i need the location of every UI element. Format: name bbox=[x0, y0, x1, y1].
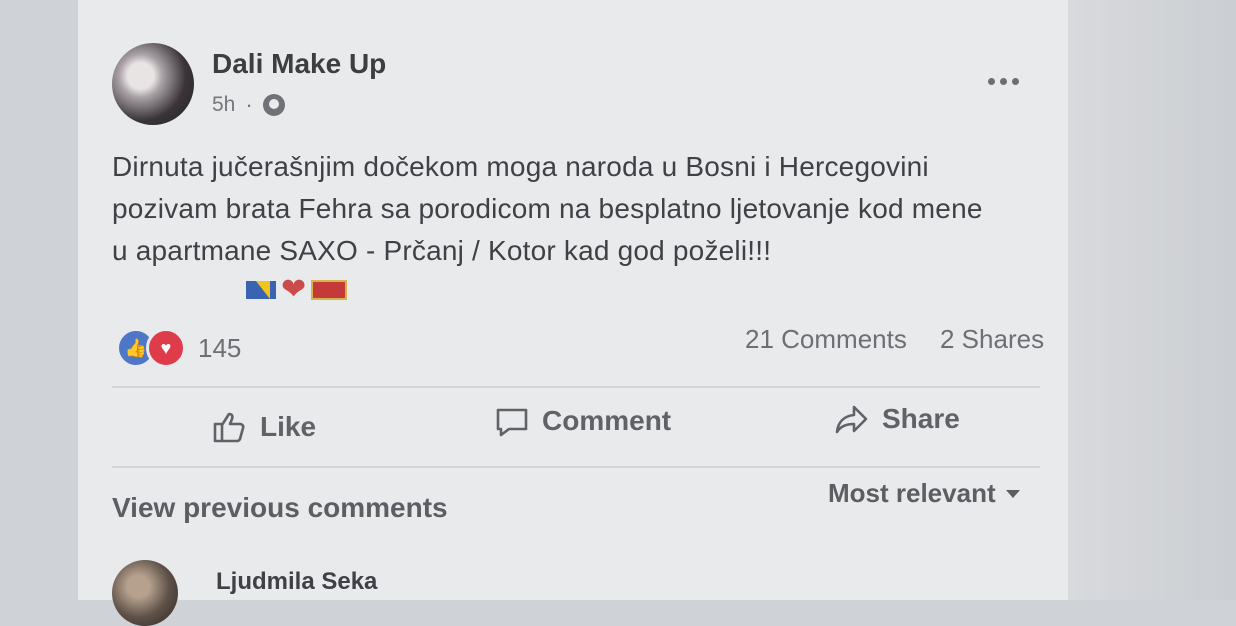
post-text: Dirnuta jučerašnjim dočekom moga naroda … bbox=[112, 146, 1052, 272]
post-meta: 5h · bbox=[212, 92, 285, 118]
post-text-line: Dirnuta jučerašnjim dočekom moga naroda … bbox=[112, 151, 929, 182]
bosnia-flag-icon bbox=[246, 281, 276, 299]
commenter-name[interactable]: Ljudmila Seka bbox=[216, 568, 377, 596]
shares-count-link[interactable]: 2 Shares bbox=[940, 324, 1044, 355]
share-arrow-icon bbox=[835, 405, 868, 434]
love-reaction-icon: ♥ bbox=[146, 328, 186, 368]
comment-label: Comment bbox=[542, 405, 672, 436]
reactions-count: 145 bbox=[198, 332, 242, 363]
comment-button[interactable]: Comment bbox=[494, 404, 671, 438]
caret-down-icon bbox=[1005, 489, 1020, 498]
globe-icon bbox=[262, 94, 285, 116]
view-previous-comments-link[interactable]: View previous comments bbox=[112, 492, 448, 524]
like-label: Like bbox=[260, 411, 317, 442]
like-button[interactable]: Like bbox=[212, 410, 316, 444]
reactions-summary[interactable]: 👍 ♥ 145 bbox=[116, 328, 241, 368]
more-options-icon[interactable] bbox=[988, 70, 1024, 92]
meta-separator: · bbox=[245, 92, 253, 117]
comment-sort-dropdown[interactable]: Most relevant bbox=[828, 478, 1020, 509]
divider bbox=[112, 466, 1040, 468]
heart-icon: ❤ bbox=[281, 273, 307, 306]
divider bbox=[112, 386, 1040, 388]
sort-label: Most relevant bbox=[828, 478, 996, 508]
thumbs-up-icon bbox=[213, 412, 245, 443]
author-name[interactable]: Dali Make Up bbox=[212, 48, 386, 80]
emoji-row: ❤ bbox=[246, 273, 348, 306]
comment-bubble-icon bbox=[496, 408, 528, 437]
share-button[interactable]: Share bbox=[834, 402, 960, 436]
post-time[interactable]: 5h bbox=[212, 93, 235, 117]
share-label: Share bbox=[882, 403, 960, 434]
post-text-line: pozivam brata Fehra sa porodicom na besp… bbox=[112, 193, 983, 224]
post-text-line: u apartmane SAXO - Prčanj / Kotor kad go… bbox=[112, 235, 772, 266]
author-avatar[interactable] bbox=[112, 43, 194, 125]
screen-edge bbox=[1066, 0, 1236, 600]
commenter-avatar[interactable] bbox=[112, 560, 178, 626]
comments-count-link[interactable]: 21 Comments bbox=[745, 324, 907, 355]
montenegro-flag-icon bbox=[311, 280, 348, 300]
